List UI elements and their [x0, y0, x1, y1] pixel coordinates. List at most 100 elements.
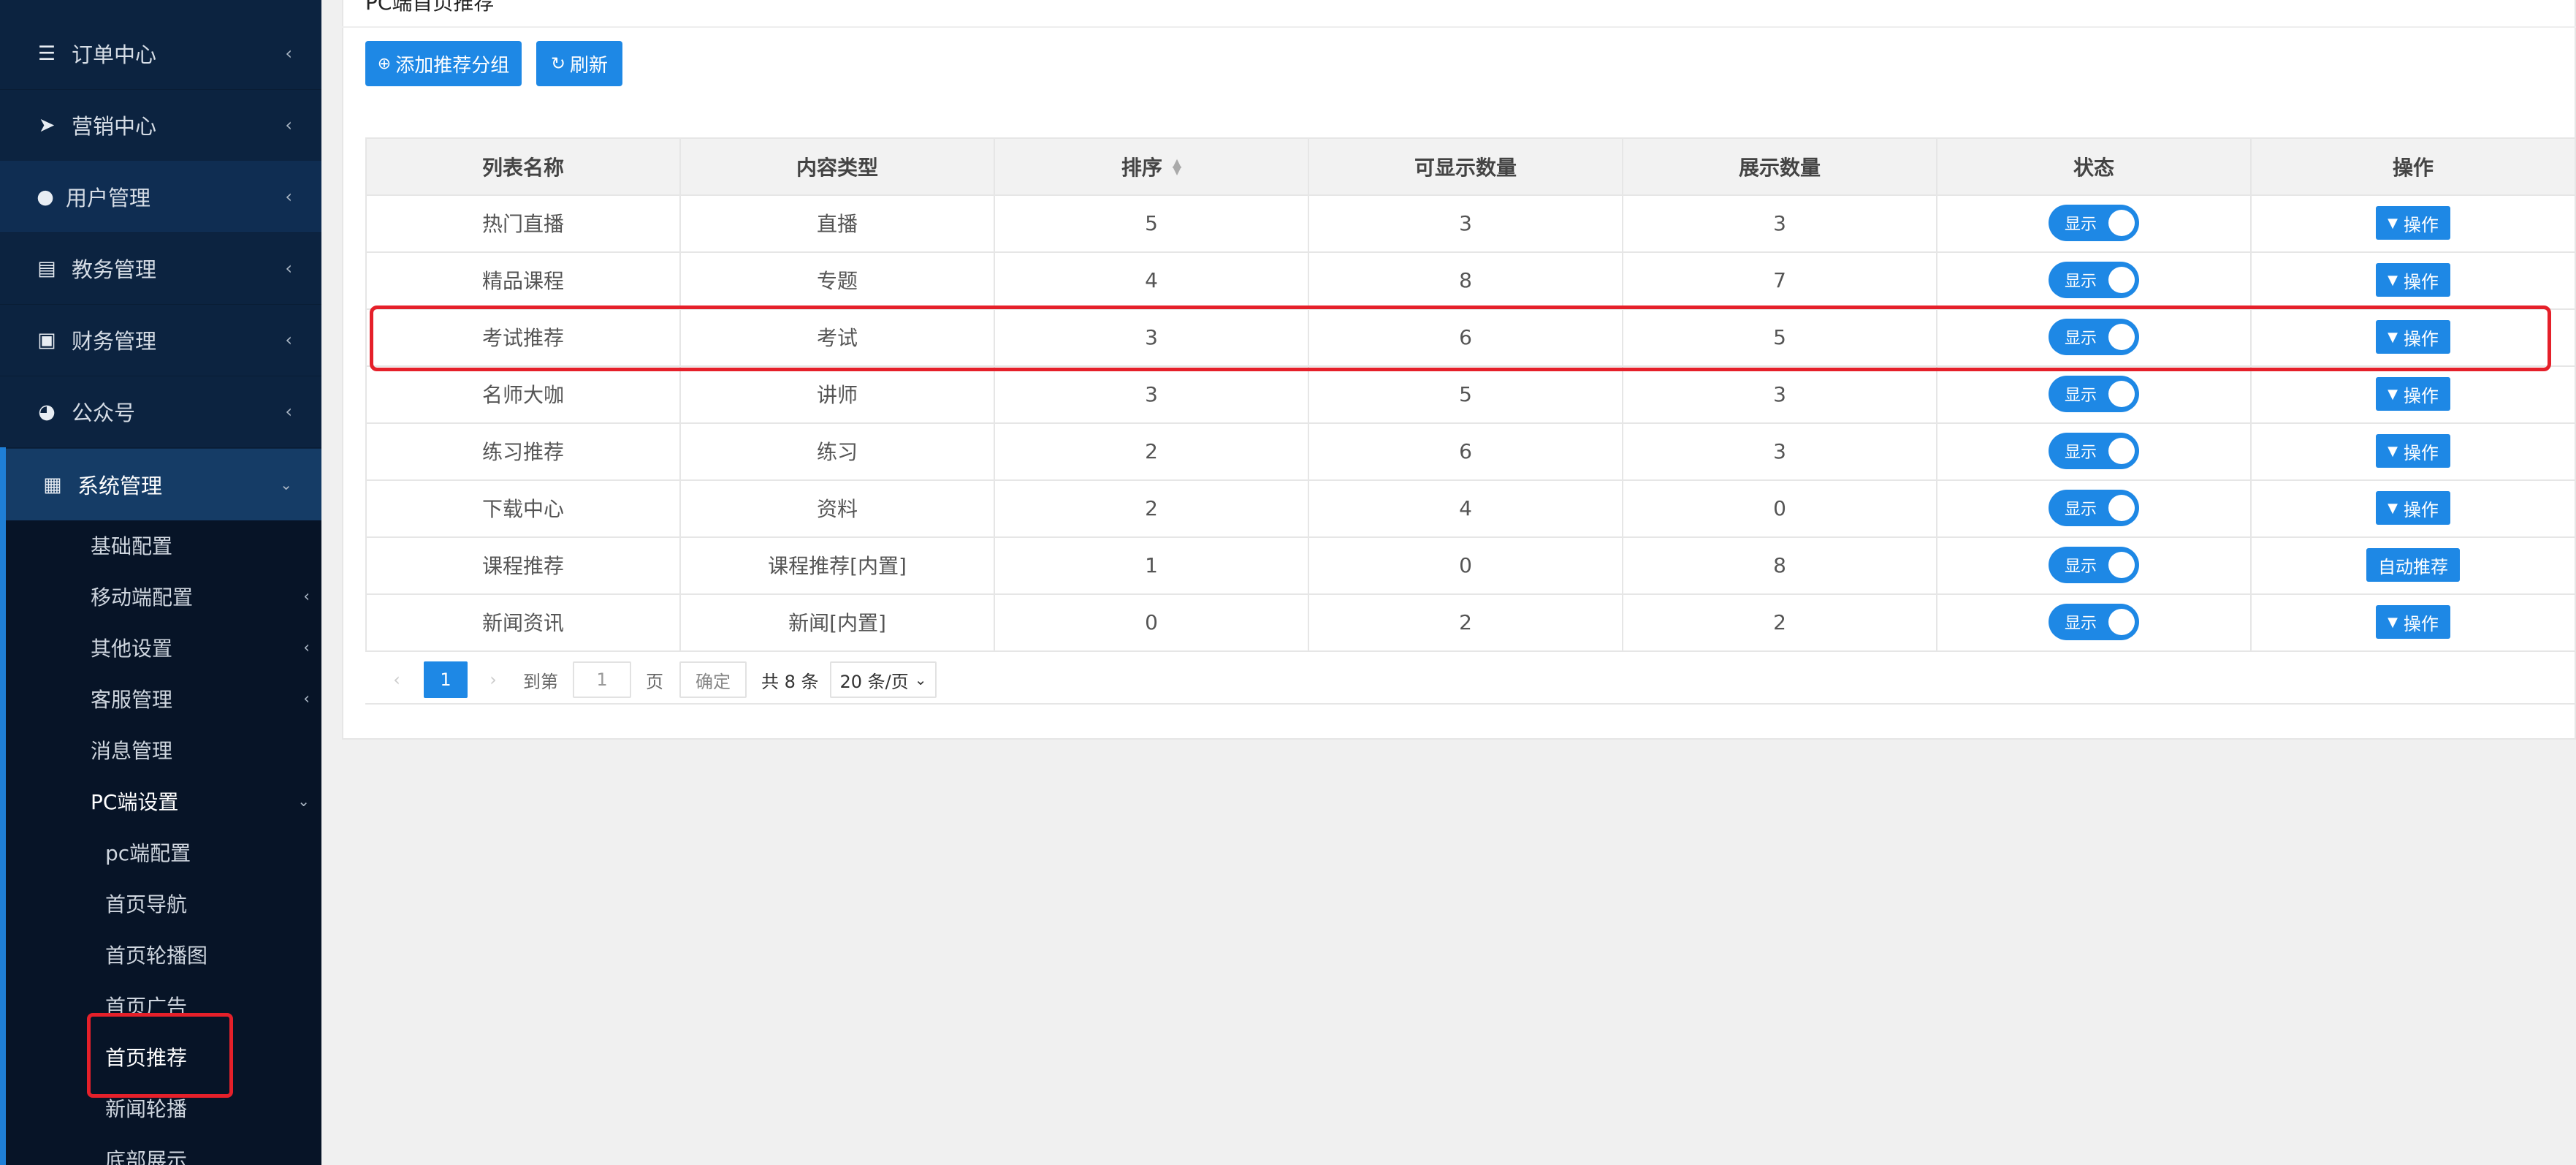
pagination: ‹ 1 › 到第 1 页 确定 共 8 条 20 条/页 ⌄ [365, 649, 2576, 705]
chevron-left-icon: ‹ [285, 258, 292, 278]
row-action-button[interactable]: 自动推荐 [2366, 548, 2460, 582]
caret-down-icon: ▼ [2388, 614, 2398, 630]
cell-sort: 2 [994, 479, 1308, 536]
goto-page-input[interactable]: 1 [573, 661, 631, 698]
row-action-button[interactable]: ▼ 操作 [2376, 491, 2450, 525]
status-toggle[interactable]: 显示 [2049, 604, 2139, 640]
status-toggle[interactable]: 显示 [2049, 490, 2139, 526]
chevron-left-icon: ‹ [303, 638, 310, 657]
header-sort[interactable]: 排序 ▲ ▼ [994, 139, 1308, 194]
sidebar-item-orders[interactable]: ☰ 订单中心 ‹ [0, 18, 321, 90]
cell-text: 直播 [816, 212, 858, 236]
sidebar: ☰ 订单中心 ‹ ➤ 营销中心 ‹ ● 用户管理 ‹ ▤ 教务管理 ‹ ▣ 财务… [0, 0, 321, 1165]
list-icon: ☰ [37, 42, 56, 65]
cell-shown: 2 [1622, 593, 1936, 650]
sort-icon[interactable]: ▲ ▼ [1173, 157, 1181, 176]
status-toggle[interactable]: 显示 [2049, 376, 2139, 412]
pc-item-footer[interactable]: 底部展示 [105, 1137, 310, 1165]
action-label: 操作 [2403, 442, 2439, 463]
status-toggle[interactable]: 显示 [2049, 205, 2139, 241]
pc-item-carousel[interactable]: 首页轮播图 [105, 933, 310, 976]
cell-text: 3 [1145, 382, 1158, 406]
cell-status: 显示 [1936, 422, 2250, 479]
prev-page-icon[interactable]: ‹ [386, 661, 408, 698]
add-group-button[interactable]: ⊕ 添加推荐分组 [365, 41, 522, 86]
status-toggle[interactable]: 显示 [2049, 262, 2139, 298]
table-row: 新闻资讯 新闻[内置] 0 2 2 显示 ▼ 操作 [365, 593, 2576, 652]
toggle-label: 显示 [2065, 501, 2097, 519]
pc-item-nav[interactable]: 首页导航 [105, 881, 310, 925]
chevron-down-icon: ⌄ [914, 671, 927, 688]
toggle-knob [2108, 438, 2135, 464]
row-action-button[interactable]: ▼ 操作 [2376, 605, 2450, 639]
chevron-left-icon: ‹ [285, 330, 292, 350]
sidebar-item-users[interactable]: ● 用户管理 ‹ [0, 161, 321, 233]
cell-text: 专题 [816, 269, 858, 293]
sidebar-item-academic[interactable]: ▤ 教务管理 ‹ [0, 232, 321, 305]
cell-shown: 7 [1622, 251, 1936, 308]
cell-status: 显示 [1936, 536, 2250, 593]
cell-type: 课程推荐[内置] [679, 536, 994, 593]
status-toggle[interactable]: 显示 [2049, 433, 2139, 469]
submenu-item-mobile[interactable]: 移动端配置 ‹ [91, 574, 310, 618]
cell-text: 0 [1459, 553, 1472, 577]
submenu-item-basic[interactable]: 基础配置 [91, 523, 310, 567]
page-size-select[interactable]: 20 条/页 ⌄ [830, 661, 937, 698]
cell-text: 3 [1459, 210, 1472, 235]
submenu-item-messages[interactable]: 消息管理 [91, 728, 310, 772]
submenu-item-other[interactable]: 其他设置 ‹ [91, 626, 310, 669]
row-action-button[interactable]: ▼ 操作 [2376, 263, 2450, 297]
cell-text: 3 [1773, 382, 1786, 406]
cell-text: 6 [1459, 439, 1472, 463]
action-label: 操作 [2403, 385, 2439, 406]
cell-visible: 0 [1308, 536, 1622, 593]
toggle-label: 显示 [2065, 216, 2097, 234]
divider [342, 26, 2576, 28]
cell-status: 显示 [1936, 479, 2250, 536]
cell-text: 2 [1773, 610, 1786, 634]
submenu-item-support[interactable]: 客服管理 ‹ [91, 677, 310, 721]
sidebar-item-marketing[interactable]: ➤ 营销中心 ‹ [0, 89, 321, 162]
submenu-label: 其他设置 [91, 637, 173, 661]
cell-text: 讲师 [816, 383, 858, 407]
submenu-item-pc[interactable]: PC端设置 ⌄ [91, 779, 310, 823]
header-name: 列表名称 [365, 139, 679, 194]
header-visible: 可显示数量 [1308, 139, 1622, 194]
cell-text: 5 [1459, 382, 1472, 406]
goto-label: 到第 [523, 671, 558, 692]
cell-text: 1 [1145, 553, 1158, 577]
pc-item-config[interactable]: pc端配置 [105, 830, 310, 874]
sidebar-item-label: 用户管理 [66, 186, 151, 210]
cell-text: 2 [1145, 439, 1158, 463]
pc-item-label: pc端配置 [105, 841, 191, 865]
chevron-left-icon: ‹ [285, 43, 292, 64]
submenu-label: 消息管理 [91, 739, 173, 763]
sidebar-item-finance[interactable]: ▣ 财务管理 ‹ [0, 304, 321, 376]
sidebar-item-wechat[interactable]: ◕ 公众号 ‹ [0, 376, 321, 448]
cell-name: 练习推荐 [365, 422, 679, 479]
cell-text: 3 [1773, 210, 1786, 235]
row-action-button[interactable]: ▼ 操作 [2376, 206, 2450, 240]
sidebar-item-system[interactable]: ▦ 系统管理 ⌄ [6, 449, 321, 521]
status-toggle[interactable]: 显示 [2049, 547, 2139, 583]
cell-type: 讲师 [679, 365, 994, 422]
cell-text: 练习 [816, 440, 858, 464]
cell-visible: 3 [1308, 194, 1622, 251]
highlight-box-sidebar [87, 1013, 233, 1098]
row-action-button[interactable]: ▼ 操作 [2376, 434, 2450, 468]
sidebar-item-label: 营销中心 [72, 114, 157, 139]
cell-name: 精品课程 [365, 251, 679, 308]
cell-shown: 3 [1622, 422, 1936, 479]
header-label: 状态 [2073, 156, 2114, 180]
cell-action: ▼ 操作 [2250, 365, 2576, 422]
cell-name: 课程推荐 [365, 536, 679, 593]
table-row: 名师大咖 讲师 3 5 3 显示 ▼ 操作 [365, 365, 2576, 424]
goto-confirm-button[interactable]: 确定 [679, 661, 747, 698]
cell-text: 资料 [816, 497, 858, 521]
refresh-button[interactable]: ↻ 刷新 [536, 41, 622, 86]
next-page-icon[interactable]: › [482, 661, 504, 698]
page-1-button[interactable]: 1 [424, 661, 468, 698]
cell-text: 2 [1459, 610, 1472, 634]
table-row: 下载中心 资料 2 4 0 显示 ▼ 操作 [365, 479, 2576, 538]
row-action-button[interactable]: ▼ 操作 [2376, 377, 2450, 411]
